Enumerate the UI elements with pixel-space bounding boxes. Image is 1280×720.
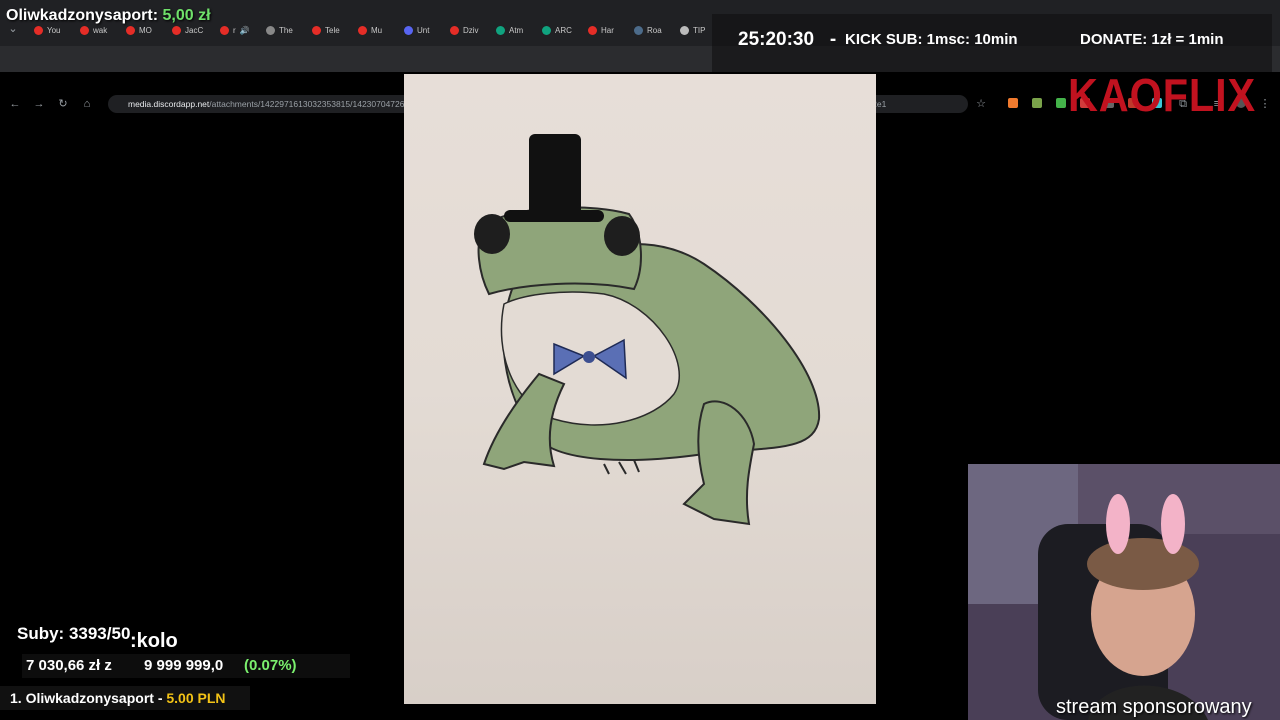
webcam-feed bbox=[968, 464, 1280, 720]
audio-icon: 🔊 bbox=[239, 25, 250, 35]
tab-12[interactable]: ARC bbox=[542, 22, 572, 38]
chatgpt-icon bbox=[496, 25, 505, 35]
youtube-icon bbox=[588, 25, 597, 35]
left-eye bbox=[474, 214, 510, 254]
youtube-icon bbox=[172, 25, 181, 35]
leaderboard-entry: 1. Oliwkadzonysaport - 5.00 PLN bbox=[10, 690, 226, 706]
youtube-icon bbox=[358, 25, 367, 35]
tab-5[interactable]: r 🔊 bbox=[220, 22, 250, 38]
tab-14[interactable]: Roa bbox=[634, 22, 662, 38]
web-icon bbox=[680, 25, 689, 35]
youtube-icon bbox=[312, 25, 321, 35]
top-donor: Oliwkadzonysaport: 5,00 zł bbox=[6, 7, 211, 24]
extension-icon[interactable] bbox=[1008, 98, 1018, 108]
forward-icon[interactable]: → bbox=[32, 97, 46, 111]
extension-icon[interactable] bbox=[1032, 98, 1042, 108]
bookmark-star-icon[interactable]: ☆ bbox=[974, 97, 988, 111]
youtube-icon bbox=[80, 25, 89, 35]
youtube-icon bbox=[220, 25, 229, 35]
youtube-icon bbox=[126, 25, 135, 35]
subs-counter: Suby: 3393/50 bbox=[17, 624, 131, 643]
goal-percentage: (0.07%) bbox=[244, 657, 297, 674]
frog-drawing-image bbox=[404, 74, 876, 704]
kick-sub-rate: KICK SUB: 1msc: 10min bbox=[845, 31, 1018, 48]
kolo-emote: :kolo bbox=[130, 630, 178, 652]
goal-current: 7 030,66 zł z bbox=[26, 657, 112, 674]
sponsor-text: stream sponsorowany bbox=[1056, 696, 1252, 718]
tab-7[interactable]: Tele bbox=[312, 22, 340, 38]
tab-10[interactable]: Dziv bbox=[450, 22, 479, 38]
right-eye bbox=[604, 216, 640, 256]
webcam-image bbox=[968, 464, 1280, 720]
menu-icon[interactable]: ⋮ bbox=[1258, 97, 1272, 111]
tab-8[interactable]: Mu bbox=[358, 22, 382, 38]
github-icon bbox=[266, 25, 275, 35]
subathon-timer: 25:20:30 - bbox=[738, 29, 837, 50]
frog-drawing bbox=[474, 134, 821, 526]
reload-icon[interactable]: ↻ bbox=[56, 97, 70, 111]
tab-9[interactable]: Unt bbox=[404, 22, 429, 38]
extension-icon[interactable] bbox=[1056, 98, 1066, 108]
youtube-icon bbox=[34, 25, 43, 35]
kaoflix-logo: KAOFLIX bbox=[1068, 69, 1257, 121]
goal-target: 9 999 999,0 bbox=[144, 657, 224, 674]
home-icon[interactable]: ⌂ bbox=[80, 97, 94, 111]
tab-11[interactable]: Atm bbox=[496, 22, 523, 38]
tab-15[interactable]: TIP bbox=[680, 22, 705, 38]
back-icon[interactable]: ← bbox=[8, 97, 22, 111]
top-hat bbox=[529, 134, 581, 216]
youtube-icon bbox=[450, 25, 459, 35]
tab-6[interactable]: The bbox=[266, 22, 293, 38]
tab-13[interactable]: Har bbox=[588, 22, 614, 38]
discord-icon bbox=[404, 25, 413, 35]
donate-rate: DONATE: 1zł = 1min bbox=[1080, 31, 1224, 48]
chatgpt-icon bbox=[542, 25, 551, 35]
steam-icon bbox=[634, 25, 643, 35]
